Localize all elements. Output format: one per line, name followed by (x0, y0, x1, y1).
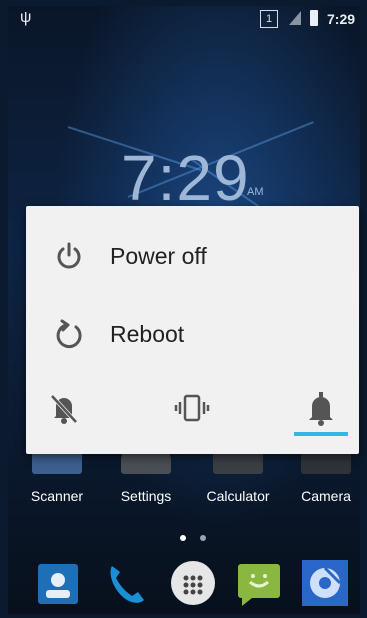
app-label: Scanner (30, 488, 84, 504)
home-app-row: Scanner Settings Calculator Camera (8, 446, 360, 516)
phone-icon[interactable] (102, 558, 152, 608)
sim-icon: 1 (260, 10, 278, 28)
contacts-icon[interactable] (34, 558, 84, 608)
app-label: Camera (301, 488, 351, 504)
power-menu-dialog: Power off Reboot (26, 206, 359, 454)
power-off-option[interactable]: Power off (26, 221, 359, 291)
page-dot (200, 535, 207, 541)
sound-mode-row (26, 374, 359, 454)
status-time: 7:29 (327, 11, 356, 27)
clock-widget-ampm: AM (247, 186, 264, 198)
app-scanner[interactable]: Scanner (22, 446, 92, 504)
clock-widget-time[interactable]: 7:29 (121, 141, 250, 215)
usb-icon: ψ (20, 9, 32, 26)
reboot-option[interactable]: Reboot (26, 299, 359, 369)
sound-on-icon[interactable] (303, 390, 339, 426)
app-calculator[interactable]: Calculator (203, 446, 273, 504)
app-settings[interactable]: Settings (111, 446, 181, 504)
power-icon (57, 242, 81, 269)
status-bar: ψ 1 7:29 (8, 6, 360, 32)
app-drawer-icon[interactable] (168, 558, 218, 608)
app-camera[interactable]: Camera (291, 446, 360, 504)
dock (8, 554, 360, 614)
no-signal-icon (289, 11, 301, 25)
page-indicator (180, 528, 216, 546)
page-dot-active (180, 535, 186, 541)
silent-icon[interactable] (46, 390, 82, 426)
messaging-icon[interactable] (234, 558, 284, 608)
browser-icon[interactable] (300, 558, 350, 608)
selected-mode-indicator (294, 432, 348, 436)
power-off-label: Power off (110, 243, 207, 269)
vibrate-icon[interactable] (174, 390, 210, 426)
battery-charging-icon (310, 10, 318, 26)
reboot-label: Reboot (110, 321, 185, 347)
reboot-icon (56, 319, 82, 349)
app-label: Settings (120, 488, 172, 504)
app-label: Calculator (206, 488, 270, 504)
